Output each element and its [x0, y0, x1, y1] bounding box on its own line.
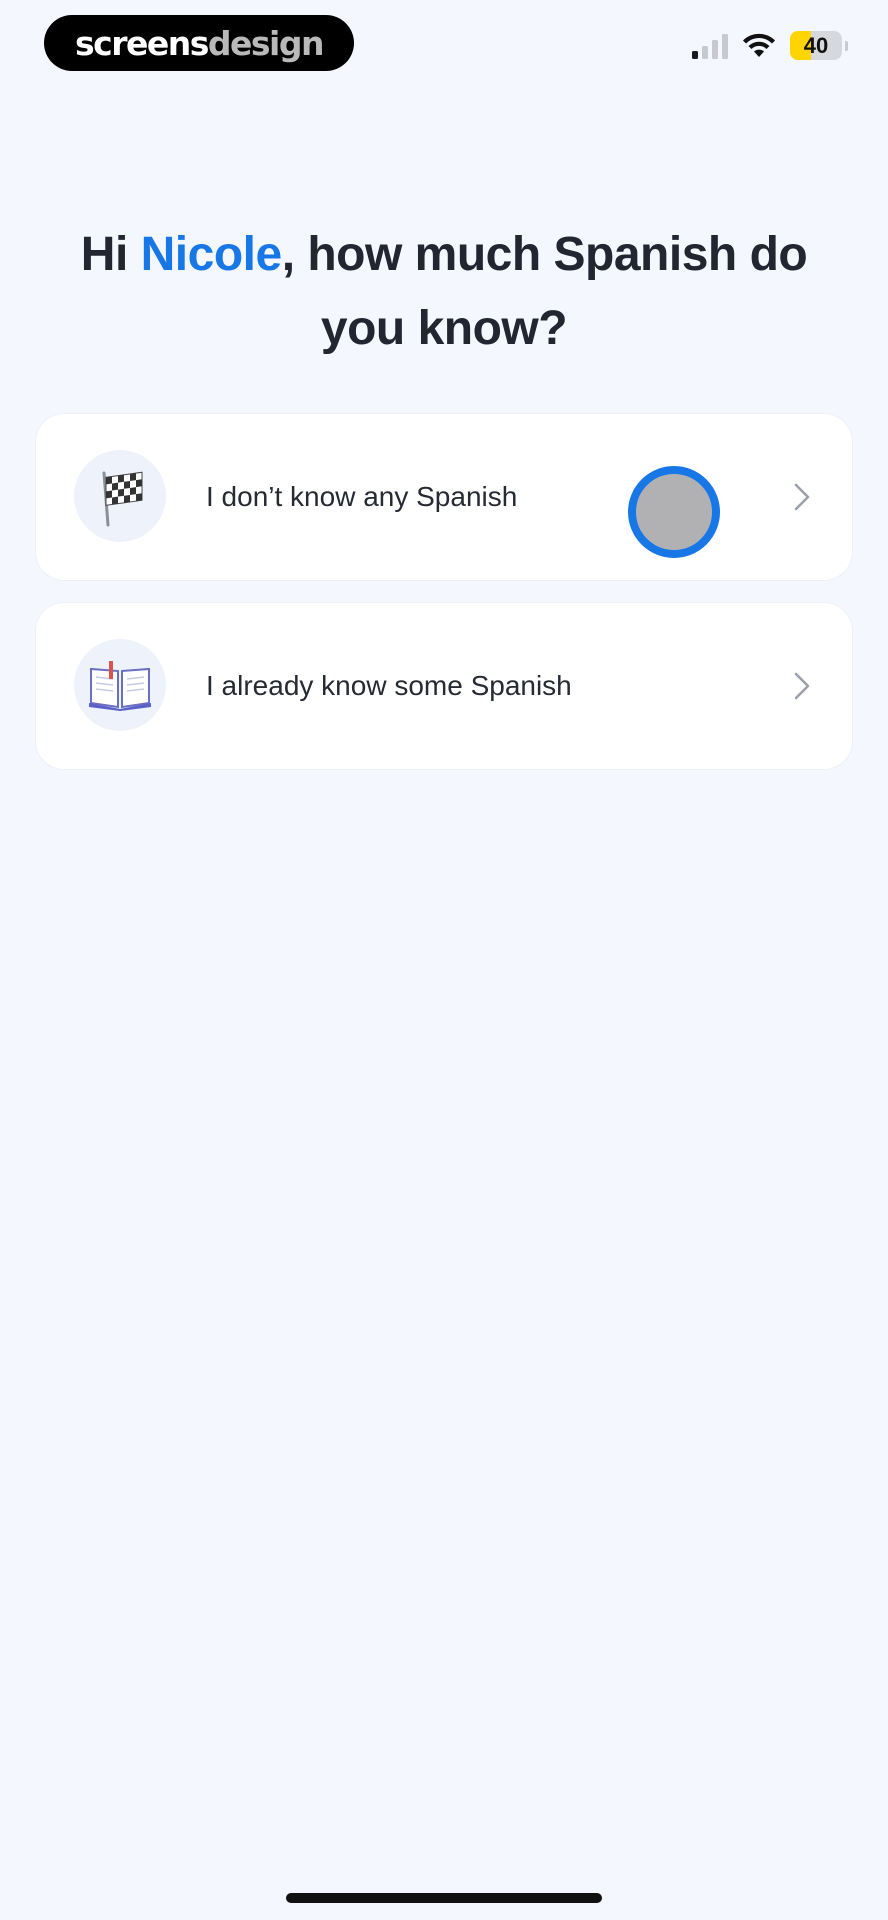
wifi-icon: [743, 33, 775, 57]
status-icons: 40: [692, 31, 848, 60]
option-some-spanish[interactable]: I already know some Spanish: [36, 603, 852, 769]
question-text: , how much Spanish do you know?: [281, 228, 808, 355]
battery-level: 40: [803, 32, 829, 58]
page-title: Hi Nicole, how much Spanish do you know?: [40, 218, 848, 366]
battery-icon: 40: [790, 31, 848, 60]
chevron-right-icon: [788, 483, 816, 511]
touch-indicator: [628, 466, 720, 558]
checkered-flag-icon: [74, 450, 166, 542]
greeting-text: Hi: [80, 228, 141, 281]
option-no-spanish[interactable]: I don’t know any Spanish: [36, 414, 852, 580]
open-book-icon: [74, 639, 166, 731]
signal-icon: [692, 33, 728, 59]
logo-text-part1: screens: [75, 23, 209, 63]
option-label: I don’t know any Spanish: [206, 481, 518, 512]
user-name: Nicole: [140, 228, 283, 281]
option-label: I already know some Spanish: [206, 670, 572, 701]
screensdesign-logo: screens design: [44, 15, 354, 71]
home-indicator[interactable]: [286, 1893, 602, 1903]
logo-text-part2: design: [207, 23, 325, 63]
chevron-right-icon: [788, 672, 816, 700]
